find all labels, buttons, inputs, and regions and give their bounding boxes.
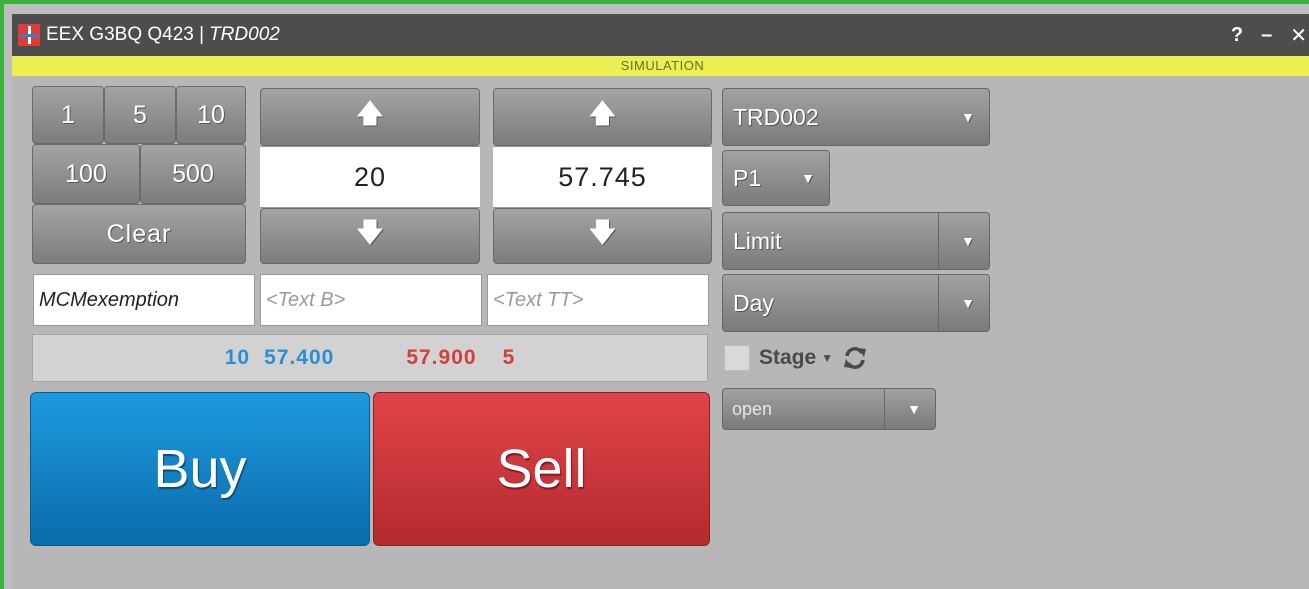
minimize-icon[interactable]: –	[1261, 24, 1272, 47]
refresh-icon[interactable]	[842, 345, 868, 371]
order-type-dropdown[interactable]: Limit ▼	[722, 212, 990, 270]
price-up-button[interactable]: 🡅	[493, 88, 712, 146]
validity-dropdown[interactable]: Day ▼	[722, 274, 990, 332]
quantity-up-button[interactable]: 🡅	[260, 88, 480, 146]
product-dropdown[interactable]: P1 ▼	[722, 150, 830, 206]
bid-quantity: 10	[224, 346, 251, 369]
order-type-value: Limit	[733, 227, 782, 254]
app-logo-icon	[18, 24, 40, 46]
quantity-input[interactable]: 20	[260, 146, 480, 208]
arrow-up-icon: 🡅	[589, 98, 616, 128]
sell-button[interactable]: Sell	[373, 392, 710, 546]
order-entry-window: EEX G3BQ Q423 | TRD002 ? – ✕ SIMULATION …	[0, 0, 1309, 589]
qty-preset-100-button[interactable]: 100	[32, 144, 140, 204]
dropdown-arrow-icon: ▼	[961, 295, 975, 311]
dropdown-divider	[938, 275, 939, 331]
stage-checkbox[interactable]	[724, 345, 750, 371]
arrow-down-icon: 🡇	[356, 217, 384, 247]
dropdown-arrow-icon: ▼	[801, 170, 815, 186]
text-b-field[interactable]: <Text B>	[260, 274, 482, 326]
bid-price[interactable]: 57.400	[264, 346, 334, 370]
text-tt-field[interactable]: <Text TT>	[487, 274, 709, 326]
window-controls: ? – ✕	[1231, 14, 1307, 56]
clear-button[interactable]: Clear	[32, 204, 246, 264]
window-title-trader: TRD002	[209, 24, 280, 45]
quantity-down-button[interactable]: 🡇	[260, 208, 480, 264]
product-value: P1	[733, 164, 762, 191]
qty-preset-5-button[interactable]: 5	[104, 86, 176, 144]
dropdown-arrow-icon: ▼	[907, 401, 921, 417]
dropdown-divider	[884, 389, 885, 429]
title-bar[interactable]: EEX G3BQ Q423 | TRD002 ? – ✕	[12, 14, 1309, 56]
arrow-up-icon: 🡅	[356, 98, 384, 128]
validity-value: Day	[733, 289, 774, 316]
order-panel: 1 5 10 100 500 Clear 🡅 20 🡇 🡅 57.745 🡇 M…	[12, 76, 1309, 589]
text-a-field[interactable]: MCMexemption	[33, 274, 255, 326]
ask-quantity: 5	[502, 346, 516, 369]
status-dropdown[interactable]: open ▼	[722, 388, 936, 430]
dropdown-arrow-icon: ▼	[961, 109, 975, 125]
stage-label[interactable]: Stage	[759, 346, 816, 370]
simulation-banner: SIMULATION	[12, 56, 1309, 76]
market-depth-bar: 10 57.400 57.900 5	[32, 334, 708, 382]
price-down-button[interactable]: 🡇	[493, 208, 712, 264]
help-icon[interactable]: ?	[1231, 24, 1243, 47]
arrow-down-icon: 🡇	[589, 217, 616, 247]
stage-row: Stage ▼	[724, 343, 868, 373]
window-title: EEX G3BQ Q423 |	[46, 24, 205, 45]
buy-button[interactable]: Buy	[30, 392, 370, 546]
dropdown-divider	[938, 213, 939, 269]
qty-preset-500-button[interactable]: 500	[140, 144, 246, 204]
account-dropdown[interactable]: TRD002 ▼	[722, 88, 990, 146]
qty-preset-1-button[interactable]: 1	[32, 86, 104, 144]
status-value: open	[732, 398, 773, 419]
dropdown-arrow-icon: ▼	[961, 233, 975, 249]
account-value: TRD002	[733, 103, 819, 130]
stage-caret-icon[interactable]: ▼	[821, 351, 833, 365]
ask-price[interactable]: 57.900	[406, 346, 476, 370]
close-icon[interactable]: ✕	[1290, 23, 1307, 48]
price-input[interactable]: 57.745	[493, 146, 712, 208]
qty-preset-10-button[interactable]: 10	[176, 86, 246, 144]
